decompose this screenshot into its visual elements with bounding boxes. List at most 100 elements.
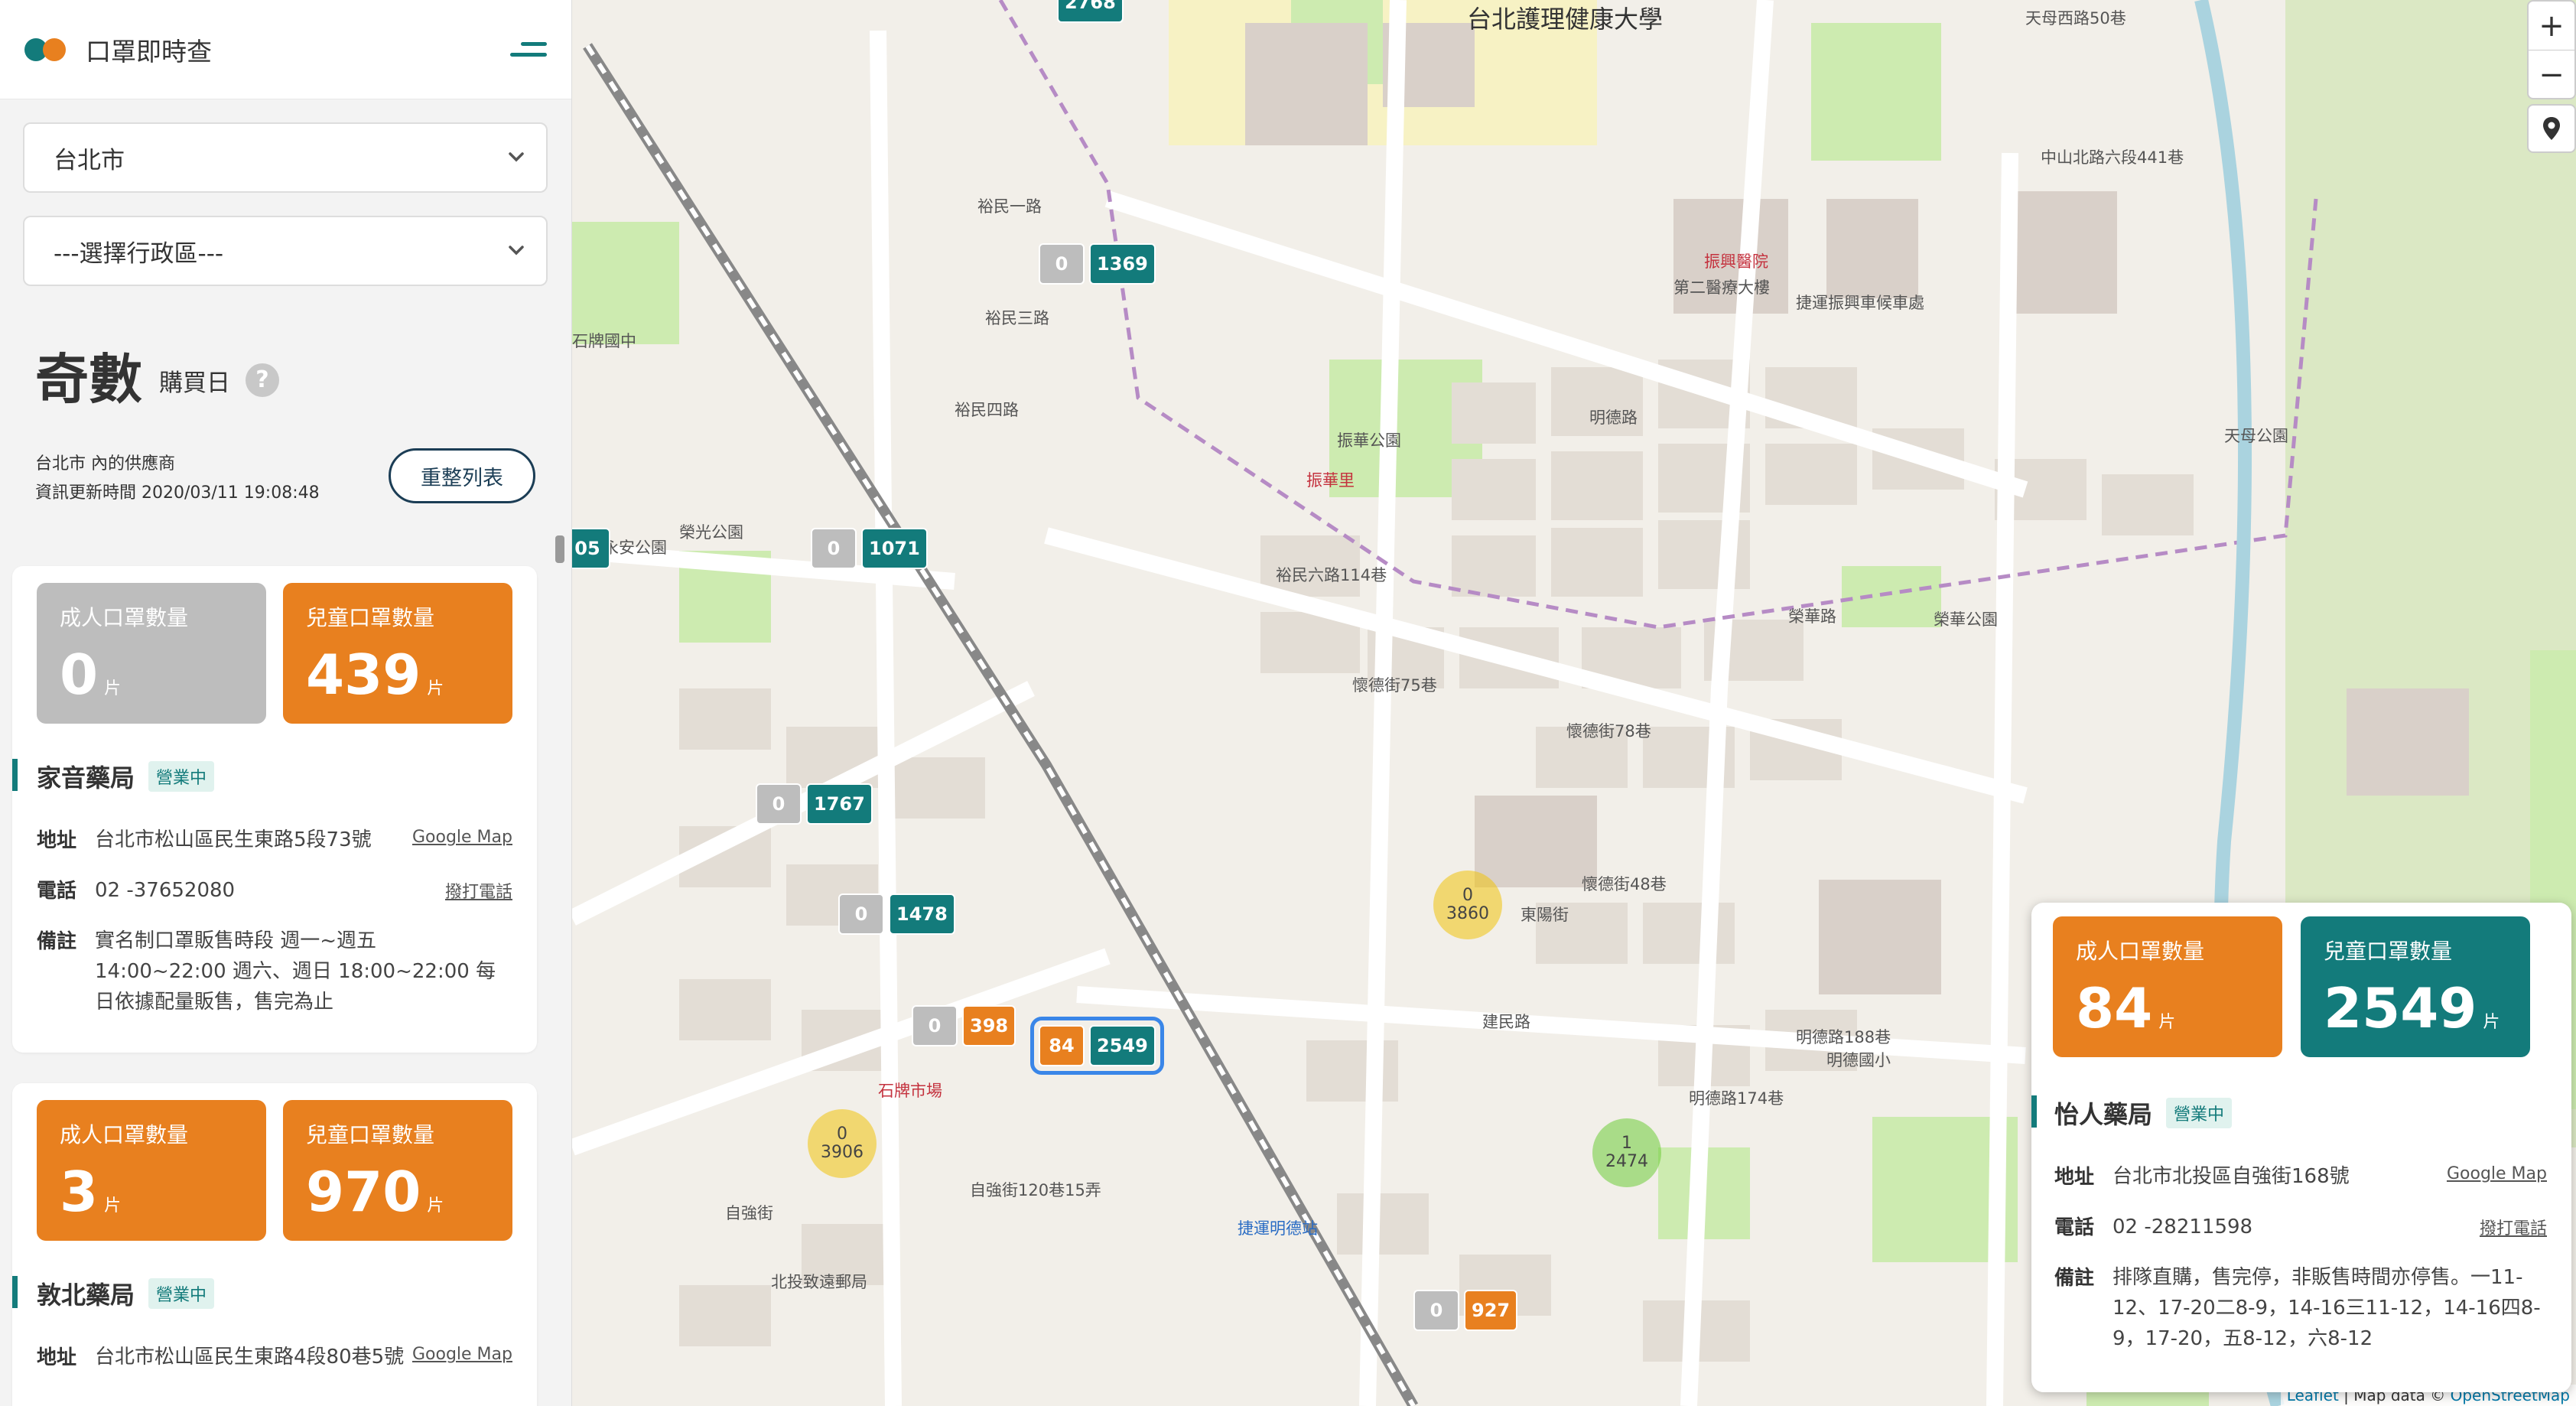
adult-count: 0 <box>811 528 857 569</box>
map-label-road: 明德路174巷 <box>1689 1089 1784 1108</box>
map-label-road: 明德路 <box>1589 408 1638 427</box>
store-name-text: 怡人藥局 <box>2054 1100 2153 1129</box>
child-count: 05 <box>572 528 610 569</box>
locate-button[interactable] <box>2527 104 2576 153</box>
store-marker[interactable]: 0 1071 <box>811 528 928 569</box>
zoom-in-button[interactable]: + <box>2529 2 2574 50</box>
supplier-info: 台北市 內的供應商 資訊更新時間 2020/03/11 19:08:48 <box>35 450 320 508</box>
store-marker-selected[interactable]: 84 2549 <box>1030 1017 1164 1075</box>
unit-label: 片 <box>2483 1013 2500 1032</box>
store-marker[interactable]: 0 927 <box>1413 1290 1518 1331</box>
address-label: 地址 <box>37 1346 77 1369</box>
scrollbar-thumb[interactable] <box>555 535 564 563</box>
store-marker[interactable]: 0 1478 <box>838 893 955 935</box>
refresh-list-button[interactable]: 重整列表 <box>389 448 535 503</box>
note-value: 排隊直購，售完停，非販售時間亦停售。一11-12、17-20二8-9，14-16… <box>2113 1266 2541 1350</box>
help-icon[interactable]: ? <box>246 363 279 397</box>
cluster-count: 2474 <box>1605 1152 1648 1171</box>
store-marker[interactable]: 0 398 <box>912 1005 1016 1046</box>
child-count: 1369 <box>1089 243 1156 285</box>
child-count-value: 439 <box>306 643 421 707</box>
map-label-university: 台北護理健康大學 <box>1467 5 1664 34</box>
menu-icon[interactable] <box>507 34 547 65</box>
address-row: 地址 台北市北投區自強街168號 Google Map <box>2054 1161 2547 1192</box>
top-bar: 口罩即時查 <box>0 0 571 99</box>
unit-label: 片 <box>104 679 122 698</box>
status-badge: 營業中 <box>148 1278 215 1309</box>
map-label-road: 懷德街78巷 <box>1566 722 1651 740</box>
logo-icon <box>24 37 69 63</box>
map-label-road: 建民路 <box>1482 1013 1530 1031</box>
marker-cluster[interactable]: 0 3860 <box>1433 871 1502 939</box>
adult-count: 0 <box>912 1005 958 1046</box>
adult-count-value: 3 <box>60 1160 99 1224</box>
parity-day: 奇數 <box>35 348 142 411</box>
adult-count: 0 <box>756 783 802 825</box>
map-label-park: 榮華公園 <box>1934 610 1998 629</box>
district-select[interactable]: ---選擇行政區--- <box>23 216 548 286</box>
store-name-text: 敦北藥局 <box>37 1281 135 1310</box>
adult-mask-count: 成人口罩數量 0片 <box>37 583 266 724</box>
adult-count: 0 <box>1413 1290 1459 1331</box>
note-value: 實名制口罩販售時段 週一~週五 14:00~22:00 週六、週日 18:00~… <box>95 929 496 1014</box>
zoom-out-button[interactable]: − <box>2529 50 2574 99</box>
chevron-down-icon <box>509 152 524 162</box>
store-name: 家音藥局 營業中 <box>11 759 215 794</box>
call-link[interactable]: 撥打電話 <box>445 878 512 906</box>
child-count: 1071 <box>861 528 928 569</box>
marker-cluster[interactable]: 1 2474 <box>1592 1118 1661 1187</box>
district-select-value: ---選擇行政區--- <box>54 239 224 268</box>
google-map-link[interactable]: Google Map <box>412 1345 512 1372</box>
cluster-count: 3860 <box>1446 904 1489 923</box>
adult-count: 0 <box>1039 243 1085 285</box>
marker-cluster[interactable]: 0 3906 <box>808 1109 877 1178</box>
map-label-station: 捷運振興車候車處 <box>1796 294 1924 312</box>
map-label-road: 東陽街 <box>1521 906 1569 924</box>
city-select-value: 台北市 <box>54 146 125 174</box>
phone-value: 02 -28211598 <box>2113 1216 2253 1238</box>
store-marker[interactable]: 2768 <box>1057 0 1124 23</box>
cluster-count: 3906 <box>821 1143 864 1162</box>
map-label-market: 石牌市場 <box>878 1082 942 1100</box>
address-label: 地址 <box>37 829 77 852</box>
child-count: 2549 <box>1089 1025 1156 1066</box>
note-row: 備註 實名制口罩販售時段 週一~週五 14:00~22:00 週六、週日 18:… <box>37 926 512 1017</box>
adult-label: 成人口罩數量 <box>60 1122 189 1147</box>
child-label: 兒童口罩數量 <box>306 605 435 630</box>
call-link[interactable]: 撥打電話 <box>2480 1215 2547 1242</box>
address-row: 地址 台北市松山區民生東路5段73號 Google Map <box>37 825 512 855</box>
store-popup[interactable]: 成人口罩數量 84 片 兒童口罩數量 2549 片 怡人藥局 營業中 地址 台北市北… <box>2031 903 2571 1392</box>
pharmacy-card[interactable]: 成人口罩數量 0片 兒童口罩數量 439 片 家音藥局 營業中 地址 台北市松山區… <box>11 566 537 1053</box>
note-label: 備註 <box>37 930 77 953</box>
map-label-station: 捷運明德站 <box>1238 1219 1318 1238</box>
map-label-road: 裕民一路 <box>977 197 1042 216</box>
map-label-park: 振華公園 <box>1337 431 1401 450</box>
update-time: 資訊更新時間 2020/03/11 19:08:48 <box>35 483 320 503</box>
unit-label: 片 <box>2158 1013 2176 1032</box>
map-label-park: 天母公園 <box>2224 427 2288 445</box>
adult-count-value: 84 <box>2076 976 2153 1040</box>
child-count: 2768 <box>1057 0 1124 23</box>
map-label-park: 榮光公園 <box>679 523 743 542</box>
city-select[interactable]: 台北市 <box>23 122 548 193</box>
google-map-link[interactable]: Google Map <box>2447 1164 2547 1192</box>
store-marker[interactable]: 0 1369 <box>1039 243 1156 285</box>
supplier-scope: 台北市 內的供應商 <box>35 454 175 474</box>
adult-count: 0 <box>838 893 884 935</box>
app-title: 口罩即時查 <box>86 36 212 67</box>
sidebar: 口罩即時查 台北市 ---選擇行政區--- 奇數 購買日 ? 台北市 內的供應商… <box>0 0 572 1406</box>
status-badge: 營業中 <box>2166 1098 2233 1128</box>
adult-mask-count: 成人口罩數量 84 片 <box>2053 916 2282 1057</box>
store-marker[interactable]: 05 <box>572 528 610 569</box>
google-map-link[interactable]: Google Map <box>412 828 512 855</box>
store-marker[interactable]: 0 1767 <box>756 783 873 825</box>
child-count: 398 <box>962 1005 1016 1046</box>
adult-label: 成人口罩數量 <box>60 605 189 630</box>
note-label: 備註 <box>2054 1267 2095 1290</box>
child-mask-count: 兒童口罩數量 439 片 <box>283 583 512 724</box>
map-label-road: 明德路188巷 <box>1796 1028 1891 1046</box>
location-pin-icon <box>2543 117 2560 140</box>
child-mask-count: 兒童口罩數量 970 片 <box>283 1100 512 1241</box>
purchase-day: 奇數 購買日 ? <box>35 337 279 414</box>
pharmacy-card[interactable]: 成人口罩數量 3片 兒童口罩數量 970 片 敦北藥局 營業中 地址 台北市松山區… <box>11 1083 537 1406</box>
